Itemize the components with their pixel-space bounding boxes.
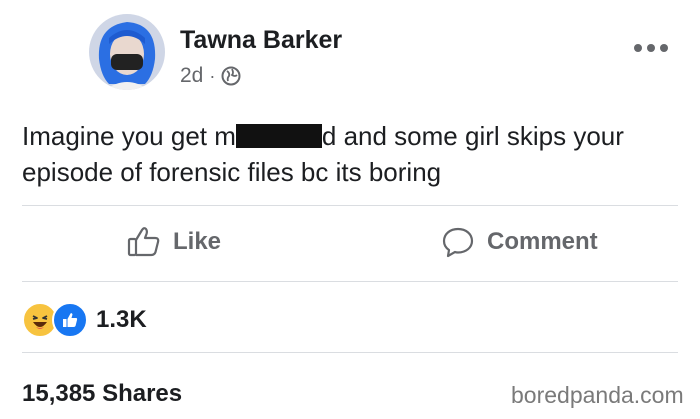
author-name[interactable]: Tawna Barker (180, 26, 342, 55)
more-dot-icon (634, 44, 642, 52)
divider (22, 281, 678, 282)
like-button[interactable]: Like (127, 226, 221, 258)
comment-button[interactable]: Comment (441, 226, 598, 258)
more-options-button[interactable] (634, 44, 668, 52)
reactions-summary[interactable]: 1.3K (22, 302, 147, 338)
divider (22, 205, 678, 206)
like-reaction-icon (52, 302, 88, 338)
avatar[interactable] (89, 14, 165, 90)
profile-photo (89, 14, 165, 90)
post-text-start: Imagine you get m (22, 121, 236, 151)
reaction-count: 1.3K (96, 306, 147, 333)
globe-icon (221, 66, 241, 86)
thumbs-up-icon (127, 227, 160, 257)
shares-count[interactable]: 15,385 Shares (22, 380, 182, 408)
more-dot-icon (647, 44, 655, 52)
post-meta: 2d · (180, 64, 241, 88)
comment-icon (442, 227, 474, 258)
post-text: Imagine you get md and some girl skips y… (22, 118, 682, 190)
redaction-bar (235, 124, 322, 148)
post-time[interactable]: 2d (180, 64, 203, 88)
watermark: boredpanda.com (511, 382, 684, 408)
meta-separator: · (209, 65, 216, 86)
more-dot-icon (660, 44, 668, 52)
comment-label: Comment (487, 228, 598, 255)
divider (22, 352, 678, 353)
like-label: Like (173, 228, 222, 255)
